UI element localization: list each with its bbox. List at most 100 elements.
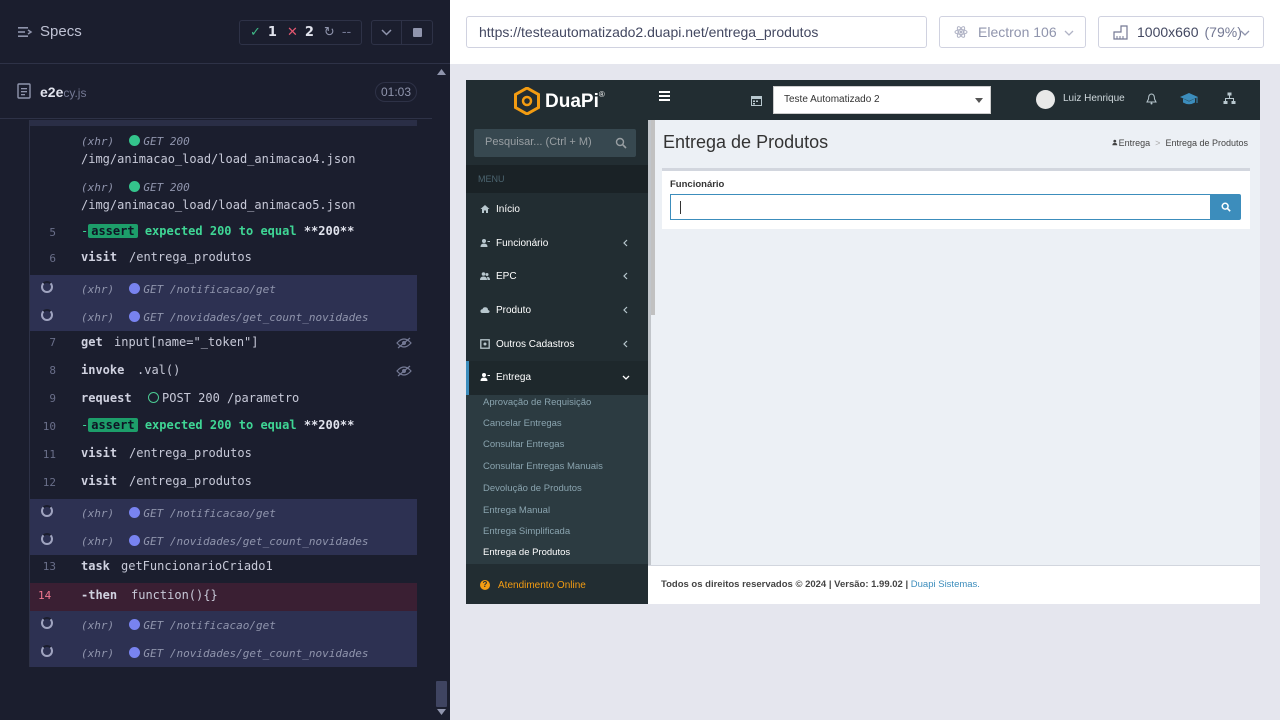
command-log-scrollbar[interactable]	[433, 64, 450, 720]
command-row[interactable]: 12 visit /entrega_produtos	[30, 474, 417, 498]
xhr-label: (xhr)	[81, 619, 115, 632]
command-number: 6	[49, 252, 56, 265]
search-button[interactable]	[1211, 194, 1241, 220]
company-select[interactable]: Teste Automatizado 2	[773, 86, 991, 114]
command-row[interactable]: 11 visit /entrega_produtos	[30, 446, 417, 470]
user-name[interactable]: Luiz Henrique	[1063, 93, 1125, 104]
command-row[interactable]: 7 get input[name="_token"]	[30, 333, 417, 359]
scroll-down-icon[interactable]	[437, 709, 446, 715]
loading-spinner-icon	[41, 533, 53, 545]
command-number: 8	[49, 364, 56, 377]
browser-selector[interactable]: Electron 106	[939, 16, 1086, 48]
submenu-item[interactable]: Cancelar Entregas	[483, 418, 562, 429]
submenu-item-current[interactable]: Entrega de Produtos	[483, 547, 570, 558]
loading-spinner-icon	[41, 281, 53, 293]
viewport-dimensions: 1000x660	[1137, 24, 1199, 40]
command-name: request	[81, 391, 132, 405]
online-support-label: Atendimento Online	[498, 580, 586, 591]
command-row[interactable]: 9 request POST 200 /parametro	[30, 391, 417, 415]
command-row[interactable]: (xhr) GET /notificacao/get	[30, 275, 417, 303]
submenu-item[interactable]: Entrega Manual	[483, 505, 550, 516]
search-input[interactable]: Pesquisar... (Ctrl + M)	[485, 136, 592, 148]
logo-text: DuaPi®	[545, 90, 605, 113]
search-icon[interactable]	[615, 137, 627, 149]
command-row[interactable]: (xhr) GET /notificacao/get	[30, 611, 417, 639]
sidebar-item-funcionario[interactable]: Funcionário	[466, 227, 648, 261]
command-message: /entrega_produtos	[129, 250, 252, 264]
electron-icon	[954, 26, 968, 38]
command-row[interactable]: 13 task getFuncionarioCriado1	[30, 558, 417, 582]
assert-text: to equal	[238, 224, 297, 238]
collapse-button[interactable]	[372, 21, 403, 44]
sidebar-item-label: Início	[496, 204, 520, 215]
breadcrumb-item[interactable]: Entrega	[1119, 138, 1151, 148]
command-row[interactable]: 6 visit /entrega_produtos	[30, 250, 417, 274]
funcionario-input[interactable]	[670, 194, 1211, 220]
assert-row[interactable]: 5 - assert expected 200 to equal **200**	[30, 224, 417, 248]
scroll-thumb[interactable]	[436, 681, 447, 707]
command-row[interactable]: (xhr) GET /novidades/get_count_novidades	[30, 527, 417, 555]
submenu-item[interactable]: Devolução de Produtos	[483, 483, 582, 494]
assert-row[interactable]: 10 - assert expected 200 to equal **200**	[30, 418, 417, 442]
users-icon	[480, 272, 490, 280]
command-message: /entrega_produtos	[129, 446, 252, 460]
sidebar-item-label: Produto	[496, 305, 532, 316]
avatar[interactable]	[1036, 90, 1055, 109]
spec-file-name[interactable]: e2ecy.js	[40, 84, 86, 100]
request-path: /img/animacao_load/load_animacao4.json	[81, 152, 356, 166]
sitemap-icon[interactable]	[1223, 92, 1236, 105]
question-circle-icon: ?	[480, 580, 490, 590]
submenu-item[interactable]: Aprovação de Requisição	[483, 397, 591, 408]
request-status: GET 200	[143, 135, 190, 148]
scroll-up-icon[interactable]	[437, 69, 446, 75]
command-row[interactable]: (xhr) GET 200 /img/animacao_load/load_an…	[30, 132, 417, 176]
command-row[interactable]: (xhr) GET /notificacao/get	[30, 499, 417, 527]
command-row[interactable]: (xhr) GET /novidades/get_count_novidades	[30, 303, 417, 331]
submenu-item[interactable]: Consultar Entregas	[483, 439, 564, 450]
footer-link[interactable]: Duapi Sistemas.	[911, 579, 980, 590]
sidebar-item-inicio[interactable]: Início	[466, 193, 648, 227]
command-row[interactable]: (xhr) GET /novidades/get_count_novidades	[30, 639, 417, 667]
chevron-down-icon	[1240, 30, 1250, 36]
specs-title[interactable]: Specs	[40, 23, 82, 40]
command-row[interactable]: (xhr) GET 200 /img/animacao_load/load_an…	[30, 178, 417, 222]
online-support-link[interactable]: ? Atendimento Online	[466, 564, 648, 604]
sidebar-item-produto[interactable]: Produto	[466, 294, 648, 328]
bell-icon[interactable]	[1146, 93, 1157, 105]
url-bar[interactable]: https://testeautomatizado2.duapi.net/ent…	[466, 16, 927, 48]
menu-toggle-icon[interactable]	[659, 91, 670, 101]
status-dot-icon	[129, 181, 141, 192]
command-number: 14	[38, 589, 52, 602]
sidebar-item-epc[interactable]: EPC	[466, 260, 648, 294]
submenu-item[interactable]: Entrega Simplificada	[483, 526, 570, 537]
assert-text: to equal	[238, 418, 297, 432]
content-scrollbar[interactable]	[651, 120, 655, 315]
caret-down-icon	[975, 98, 983, 103]
box-icon	[480, 339, 490, 349]
test-stats: ✓ 1 ✕ 2 ↻ --	[239, 20, 362, 45]
application-under-test: DuaPi® Teste Automatizado 2 Luiz Henriqu…	[466, 80, 1260, 604]
submenu-item[interactable]: Consultar Entregas Manuais	[483, 461, 603, 472]
app-footer: Todos os direitos reservados © 2024 | Ve…	[648, 565, 1260, 604]
form-box: Funcionário	[662, 168, 1250, 229]
request-status: GET 200	[143, 181, 190, 194]
viewport-selector[interactable]: 1000x660 (79%)	[1098, 16, 1264, 48]
stop-button[interactable]	[402, 21, 432, 44]
xhr-label: (xhr)	[81, 535, 115, 548]
sidebar-item-outros-cadastros[interactable]: Outros Cadastros	[466, 328, 648, 362]
logo-name: DuaPi	[545, 91, 599, 112]
assert-value: 200	[209, 418, 232, 432]
command-name: visit	[81, 446, 118, 460]
company-selected: Teste Automatizado 2	[784, 94, 880, 105]
sidebar-search[interactable]: Pesquisar... (Ctrl + M)	[474, 129, 636, 157]
duapi-logo[interactable]: DuaPi®	[514, 87, 644, 115]
document-icon	[17, 83, 31, 99]
sidebar-item-entrega[interactable]: Entrega	[466, 361, 648, 395]
logo-registered: ®	[598, 90, 605, 99]
failed-command-row[interactable]: 14 -then function(){}	[30, 583, 417, 611]
specs-list-icon[interactable]	[17, 24, 33, 40]
graduation-cap-icon[interactable]	[1179, 92, 1199, 107]
command-row[interactable]: 8 invoke .val()	[30, 361, 417, 387]
cloud-icon	[480, 307, 490, 313]
breadcrumb: Entrega > Entrega de Produtos	[1111, 138, 1248, 148]
